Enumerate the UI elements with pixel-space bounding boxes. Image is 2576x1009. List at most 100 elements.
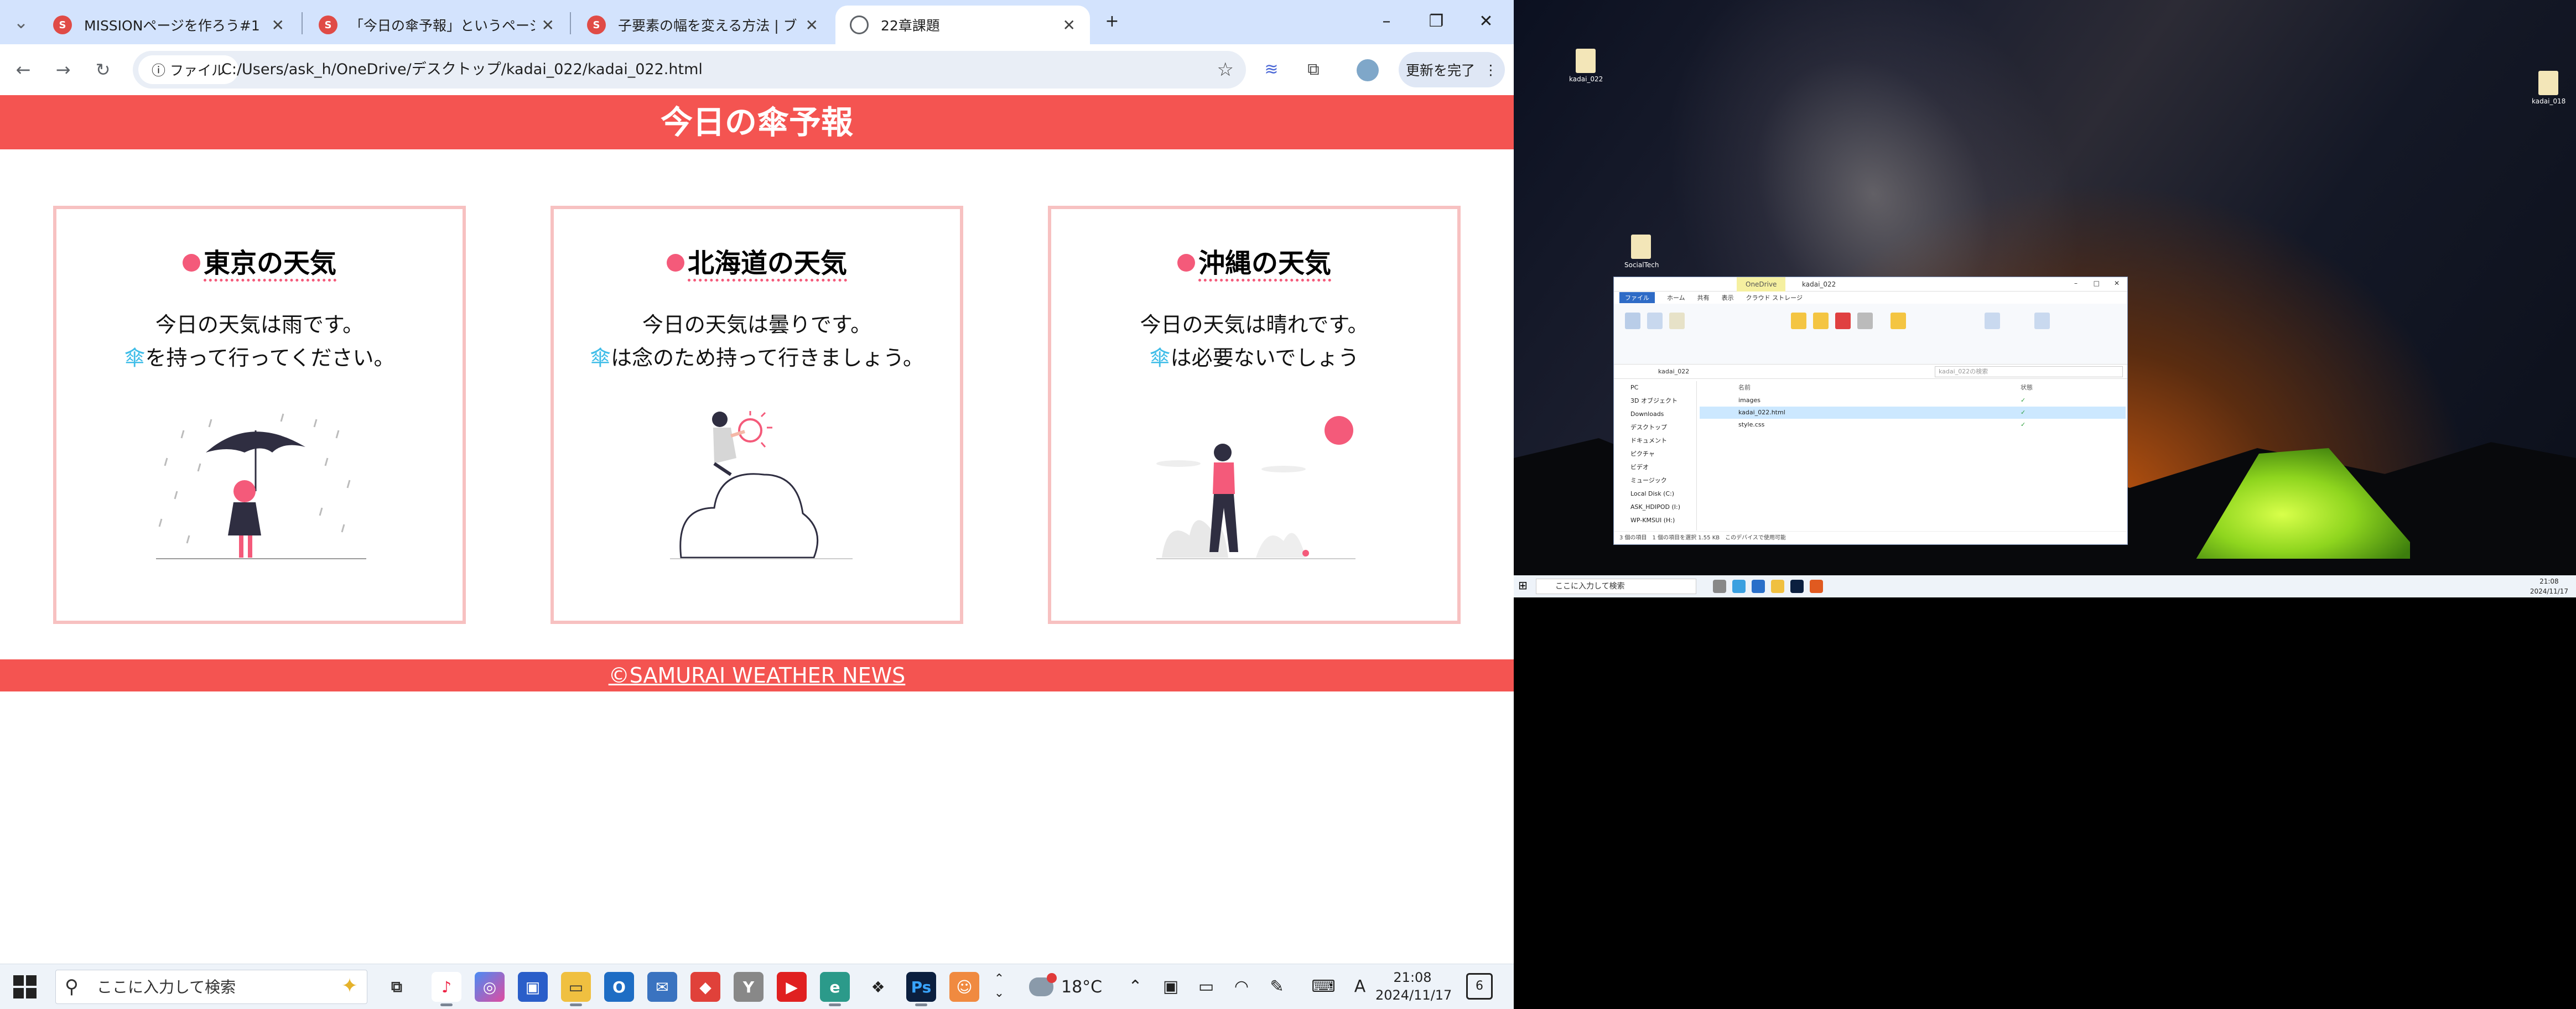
onedrive-context-tab[interactable]: OneDrive [1737, 277, 1786, 292]
task-view-icon[interactable] [1713, 580, 1726, 593]
reload-button[interactable]: ↻ [87, 54, 118, 85]
file-row[interactable]: style.css ✓ [1700, 419, 2126, 431]
nav-item[interactable]: PC [1614, 381, 1696, 394]
pin-icon[interactable] [1625, 313, 1640, 329]
close-tab-icon[interactable]: ✕ [806, 16, 818, 34]
desktop-icon-socialtech[interactable]: SocialTech [1624, 235, 1659, 269]
close-tab-icon[interactable]: ✕ [542, 16, 554, 34]
nav-item[interactable]: Local Disk (C:) [1614, 487, 1696, 501]
notification-center-icon[interactable]: 6 [1466, 973, 1493, 1000]
profile-avatar[interactable] [1352, 54, 1383, 85]
nav-item[interactable]: ASK_HDIPOD (I:) [1614, 501, 1696, 514]
paste-icon[interactable] [1669, 313, 1685, 329]
nav-item[interactable]: Downloads [1614, 408, 1696, 421]
photoshop-icon[interactable]: Ps [906, 972, 936, 1006]
nav-item[interactable]: ビデオ [1614, 461, 1696, 474]
close-window-icon[interactable]: ✕ [1469, 8, 1503, 35]
close-tab-icon[interactable]: ✕ [272, 16, 284, 34]
desktop-clock[interactable]: 21:08 2024/11/17 [2530, 576, 2568, 596]
copy-icon[interactable] [1647, 313, 1663, 329]
copy-to-icon[interactable] [1813, 313, 1829, 329]
close-icon[interactable]: ✕ [2114, 279, 2120, 287]
app-gray-icon[interactable]: Y [734, 972, 764, 1002]
vscode-icon[interactable] [1752, 580, 1765, 593]
clock[interactable]: 21:08 2024/11/17 [1375, 969, 1452, 1004]
nav-item[interactable]: WP-KMSUI (H:) [1614, 514, 1696, 527]
chevron-icon[interactable]: ⌃ ⌄ [987, 972, 1011, 1002]
task-view-icon[interactable]: ⧉ [382, 972, 412, 1002]
extension-icon[interactable]: ≋ [1256, 54, 1287, 85]
footer-link[interactable]: ©SAMURAI WEATHER NEWS [609, 663, 906, 688]
nav-item[interactable]: デスクトップ [1614, 421, 1696, 434]
tray-app-icon[interactable]: ▣ [1159, 972, 1183, 1002]
properties-icon[interactable] [1985, 313, 2000, 329]
ime-indicator[interactable]: A [1348, 972, 1372, 1002]
ribbon-tab-cloud[interactable]: クラウド ストレージ [1746, 293, 1803, 302]
tray-expand-icon[interactable]: ⌃ [1123, 972, 1147, 1002]
nav-item[interactable]: 3D オブジェクト [1614, 394, 1696, 408]
file-row[interactable]: images ✓ [1700, 394, 2126, 407]
file-explorer-icon[interactable]: ▭ [561, 972, 591, 1006]
nav-item[interactable]: ピクチャ [1614, 448, 1696, 461]
minimize-icon[interactable]: – [1370, 8, 1403, 35]
app-diamond-icon[interactable]: ❖ [863, 972, 893, 1002]
tab-2[interactable]: S 「今日の傘予報」というページを作成 ✕ [304, 6, 569, 44]
pen-icon[interactable]: ✎ [1265, 972, 1289, 1002]
app-icon[interactable]: ✉ [647, 972, 677, 1002]
nav-item[interactable]: ドキュメント [1614, 434, 1696, 448]
wifi-icon[interactable]: ◠ [1229, 972, 1254, 1002]
desktop-icon-kadai-022[interactable]: kadai_022 [1569, 49, 1603, 83]
extensions-puzzle-icon[interactable]: ⧉ [1298, 54, 1329, 85]
tab-3[interactable]: S 子要素の幅を変える方法 | ブログ ✕ [573, 6, 833, 44]
weather-widget[interactable]: 18°C [1029, 970, 1102, 1004]
windows-start-icon[interactable] [10, 972, 40, 1002]
ribbon-tab-file[interactable]: ファイル [1619, 292, 1655, 303]
discord-icon[interactable]: ☺ [949, 972, 979, 1002]
store-icon[interactable]: ▣ [518, 972, 548, 1002]
desktop-taskbar-search[interactable]: ここに入力して検索 [1536, 579, 1696, 594]
address-bar[interactable]: ⓘ ファイル C:/Users/ask_h/OneDrive/デスクトップ/kad… [133, 51, 1246, 89]
url-text[interactable]: C:/Users/ask_h/OneDrive/デスクトップ/kadai_022… [221, 51, 703, 89]
close-tab-icon[interactable]: ✕ [1063, 16, 1076, 34]
restore-icon[interactable]: ❐ [1420, 8, 1453, 35]
edge-icon[interactable]: e [820, 972, 850, 1006]
column-name[interactable]: 名前 [1738, 384, 1751, 391]
battery-icon[interactable]: ▭ [1194, 972, 1218, 1002]
app-red-icon[interactable]: ◆ [690, 972, 720, 1002]
photoshop-icon[interactable] [1790, 580, 1804, 593]
tab-search-chevron-icon[interactable]: ⌄ [6, 7, 37, 38]
desktop-icon-kadai-018[interactable]: kadai_018 [2532, 71, 2565, 105]
column-status[interactable]: 状態 [2021, 381, 2033, 394]
new-folder-icon[interactable] [1891, 313, 1906, 329]
file-row-selected[interactable]: kadai_022.html ✓ [1700, 407, 2126, 419]
ribbon-tab-home[interactable]: ホーム [1667, 293, 1685, 302]
taskbar-search-box[interactable]: ⚲ ここに入力して検索 ✦ [55, 970, 367, 1004]
select-all-icon[interactable] [2034, 313, 2050, 329]
youtube-icon[interactable]: ▶ [777, 972, 807, 1002]
windows-start-icon[interactable]: ⊞ [1518, 579, 1528, 592]
music-app-icon[interactable]: ♪ [432, 972, 461, 1006]
minimize-icon[interactable]: – [2074, 279, 2078, 287]
explorer-address-bar[interactable]: kadai_022 kadai_022の検索 [1614, 365, 2127, 379]
copilot-icon[interactable]: ◎ [475, 972, 505, 1002]
illustrator-icon[interactable] [1810, 580, 1823, 593]
tab-active[interactable]: 22章課題 ✕ [835, 6, 1090, 44]
nav-item[interactable]: ミュージック [1614, 474, 1696, 487]
file-explorer-icon[interactable] [1771, 580, 1784, 593]
keyboard-icon[interactable]: ⌨ [1311, 972, 1336, 1002]
maximize-icon[interactable]: □ [2094, 279, 2100, 287]
new-tab-button[interactable]: + [1095, 8, 1129, 35]
explorer-search[interactable]: kadai_022の検索 [1935, 366, 2123, 377]
outlook-icon[interactable]: O [604, 972, 634, 1002]
ribbon-tab-view[interactable]: 表示 [1722, 293, 1734, 302]
move-icon[interactable] [1791, 313, 1806, 329]
rename-icon[interactable] [1857, 313, 1873, 329]
forward-button[interactable]: → [48, 54, 79, 85]
chrome-icon[interactable] [1732, 580, 1746, 593]
update-button[interactable]: 更新を完了 ⋮ [1399, 52, 1505, 87]
back-button[interactable]: ← [8, 54, 39, 85]
ribbon-tab-share[interactable]: 共有 [1697, 293, 1710, 302]
tab-1[interactable]: S MISSIONページを作ろう#1 | ブログ ✕ [39, 6, 299, 44]
bookmark-star-icon[interactable]: ☆ [1217, 51, 1234, 89]
delete-icon[interactable] [1835, 313, 1851, 329]
